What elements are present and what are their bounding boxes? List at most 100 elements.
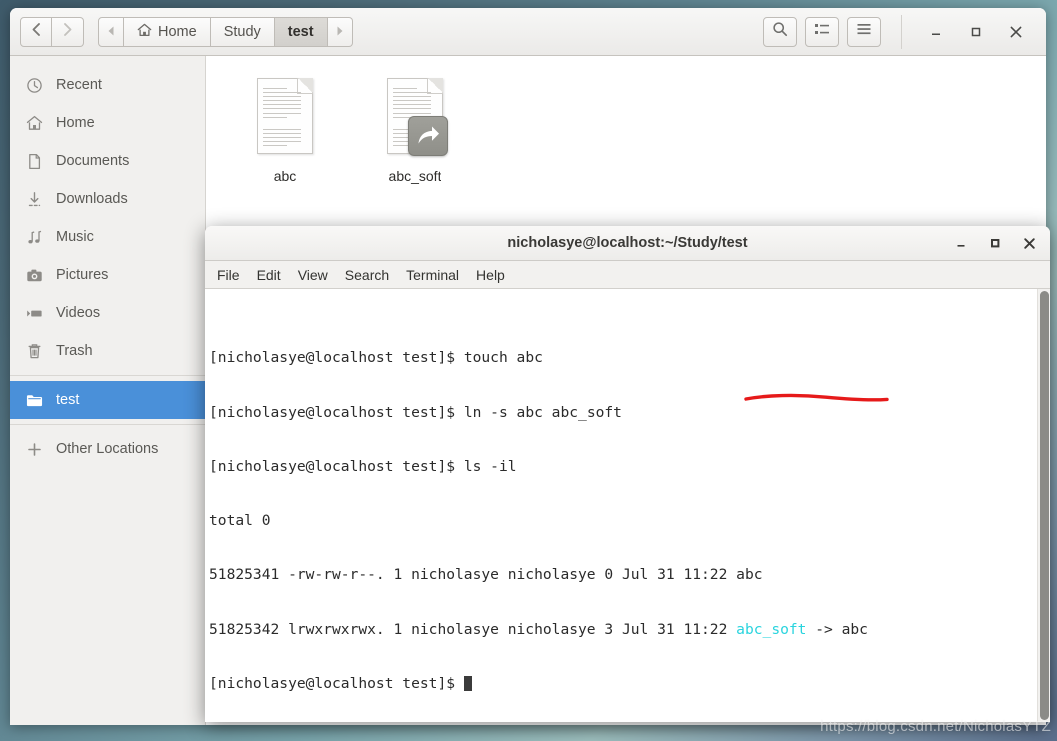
trash-icon [26,343,43,360]
sidebar-item-label: test [56,392,80,408]
shell-prompt: [nicholasye@localhost test]$ [209,349,464,367]
close-icon [1023,237,1035,249]
terminal-close-button[interactable] [1012,228,1046,258]
breadcrumb-scroll-right[interactable] [327,16,353,47]
terminal-line: [nicholasye@localhost test]$ ls -il [209,458,1037,476]
sidebar-item-videos[interactable]: Videos [10,294,205,332]
shell-prompt: [nicholasye@localhost test]$ [209,403,464,421]
sidebar: Recent Home Documents Downloads Music Pi… [10,56,206,725]
headerbar-right-controls [763,14,1036,49]
sidebar-item-recent[interactable]: Recent [10,66,205,104]
terminal-maximize-button[interactable] [978,228,1012,258]
menu-search[interactable]: Search [345,267,389,283]
sidebar-item-label: Other Locations [56,441,159,457]
breadcrumb-item-study[interactable]: Study [210,16,275,47]
sidebar-item-label: Trash [56,343,93,359]
breadcrumb-item-home[interactable]: Home [124,16,211,47]
terminal-window-controls [944,228,1046,258]
maximize-icon [991,239,1000,248]
file-item-abc-soft[interactable]: abc_soft [350,72,480,192]
sidebar-item-label: Home [56,115,95,131]
maximize-icon [971,27,981,36]
terminal-cursor [463,675,473,691]
search-button[interactable] [763,16,797,47]
search-button-group [763,16,797,47]
terminal-screen-wrapper: [nicholasye@localhost test]$ touch abc [… [205,289,1050,722]
sidebar-item-label: Documents [56,153,130,169]
file-item-label: abc [273,168,297,184]
menu-file[interactable]: File [217,267,240,283]
text-document-icon [253,78,317,160]
sidebar-item-other-locations[interactable]: Other Locations [10,430,205,468]
document-icon [26,153,43,170]
shell-output: 51825341 -rw-rw-r--. 1 nicholasye nichol… [209,566,763,584]
terminal-line: total 0 [209,512,1037,530]
hamburger-menu-button[interactable] [847,16,881,47]
shell-output: 51825342 lrwxrwxrwx. 1 nicholasye nichol… [209,620,737,638]
terminal-line-active: [nicholasye@localhost test]$ [209,675,1037,693]
breadcrumb: Home Study test [98,16,353,47]
download-icon [26,191,43,208]
video-icon [26,305,43,322]
terminal-scrollbar-thumb[interactable] [1040,291,1049,720]
symlink-emblem-icon [408,116,448,156]
breadcrumb-label: test [287,23,314,40]
folder-icon [26,392,43,409]
sidebar-item-home[interactable]: Home [10,104,205,142]
sidebar-item-music[interactable]: Music [10,218,205,256]
breadcrumb-scroll-left[interactable] [98,16,124,47]
terminal-line: 51825341 -rw-rw-r--. 1 nicholasye nichol… [209,566,1037,584]
search-icon [772,21,788,42]
file-item-label: abc_soft [388,168,442,184]
back-button[interactable] [20,16,52,47]
terminal-titlebar[interactable]: nicholasye@localhost:~/Study/test [205,226,1050,261]
menu-help[interactable]: Help [476,267,505,283]
menu-button-group [847,16,881,47]
view-list-button[interactable] [805,16,839,47]
terminal-window: nicholasye@localhost:~/Study/test File E… [205,226,1050,722]
text-document-icon [383,78,448,160]
close-button[interactable] [996,15,1036,49]
breadcrumb-label: Home [158,23,197,40]
terminal-line: [nicholasye@localhost test]$ ln -s abc a… [209,404,1037,422]
menu-view[interactable]: View [298,267,328,283]
menu-edit[interactable]: Edit [257,267,281,283]
terminal-scrollbar[interactable] [1037,289,1050,722]
music-icon [26,229,43,246]
forward-button[interactable] [52,16,84,47]
shell-prompt: [nicholasye@localhost test]$ [209,457,464,475]
close-icon [1010,26,1022,37]
symlink-name: abc_soft [736,620,807,638]
view-button-group [805,16,839,47]
sidebar-item-documents[interactable]: Documents [10,142,205,180]
sidebar-item-label: Downloads [56,191,128,207]
sidebar-item-downloads[interactable]: Downloads [10,180,205,218]
sidebar-divider [10,424,205,425]
window-controls [901,14,1036,49]
terminal-screen[interactable]: [nicholasye@localhost test]$ touch abc [… [205,289,1037,722]
sidebar-item-label: Videos [56,305,101,321]
triangle-right-icon [336,24,344,40]
terminal-line-symlink: 51825342 lrwxrwxrwx. 1 nicholasye nichol… [209,621,1037,639]
shell-command: ls -il [463,457,517,475]
menu-terminal[interactable]: Terminal [406,267,459,283]
file-item-abc[interactable]: abc [220,72,350,192]
shell-command: touch abc [463,349,543,367]
breadcrumb-item-test[interactable]: test [274,16,328,47]
symlink-target: -> abc [806,620,868,638]
hamburger-menu-icon [856,22,872,41]
terminal-line: [nicholasye@localhost test]$ touch abc [209,349,1037,367]
sidebar-item-pictures[interactable]: Pictures [10,256,205,294]
terminal-title: nicholasye@localhost:~/Study/test [507,235,748,251]
home-icon [26,115,43,132]
maximize-button[interactable] [956,15,996,49]
navigation-button-group [20,16,84,47]
sidebar-item-trash[interactable]: Trash [10,332,205,370]
terminal-minimize-button[interactable] [944,228,978,258]
sidebar-item-test[interactable]: test [10,381,205,419]
plus-icon [26,441,43,458]
camera-icon [26,267,43,284]
clock-icon [26,77,43,94]
minimize-icon [957,245,965,247]
minimize-button[interactable] [916,15,956,49]
